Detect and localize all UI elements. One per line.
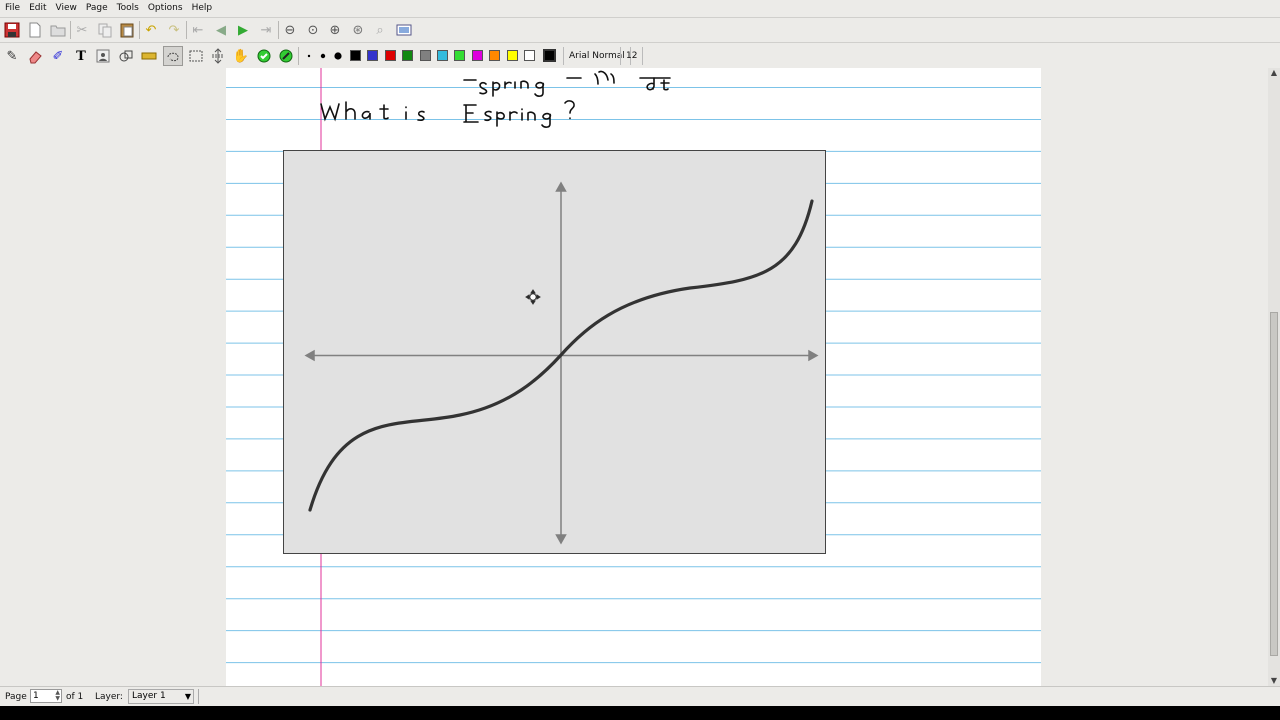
redo-icon[interactable]: ↷ bbox=[165, 21, 183, 39]
color-swatch[interactable] bbox=[385, 50, 396, 61]
main-toolbar: ✂ ↶ ↷ ⇤ ◀ ▶ ⇥ ⊖ ⊙ ⊕ ⊛ ⌕ bbox=[0, 17, 1280, 43]
menu-tools[interactable]: Tools bbox=[112, 1, 143, 13]
notebook-canvas[interactable] bbox=[0, 68, 1268, 686]
current-color-indicator[interactable] bbox=[543, 49, 556, 62]
page-spinner-icon[interactable]: ▲ ▼ bbox=[55, 690, 60, 702]
next-page-icon[interactable]: ▶ bbox=[234, 21, 252, 39]
save-icon[interactable] bbox=[3, 21, 21, 39]
color-swatch[interactable] bbox=[402, 50, 413, 61]
fullscreen-icon[interactable] bbox=[395, 21, 413, 39]
copy-icon[interactable] bbox=[96, 21, 114, 39]
text-tool-icon[interactable]: T bbox=[72, 47, 90, 65]
undo-icon[interactable]: ↶ bbox=[142, 21, 160, 39]
zoom-icon[interactable]: ⌕ bbox=[371, 21, 389, 39]
menu-view[interactable]: View bbox=[51, 1, 81, 13]
zoom-in-icon[interactable]: ⊕ bbox=[326, 21, 344, 39]
shape-recognizer-icon[interactable] bbox=[117, 47, 135, 65]
vertical-scrollbar[interactable]: ▲ ▼ bbox=[1268, 68, 1280, 686]
canvas-area[interactable] bbox=[0, 68, 1268, 686]
color-swatch[interactable] bbox=[489, 50, 500, 61]
eraser-icon[interactable] bbox=[26, 47, 44, 65]
menu-options[interactable]: Options bbox=[143, 1, 187, 13]
hand-tool-icon[interactable]: ✋ bbox=[232, 47, 250, 65]
select-rectangle-icon[interactable] bbox=[187, 47, 205, 65]
color-swatch[interactable] bbox=[420, 50, 431, 61]
ruler-icon[interactable] bbox=[140, 47, 158, 65]
status-bar: Page 1 ▲ ▼ of 1 Layer: Layer 1 ▼ bbox=[0, 686, 1280, 707]
color-swatch[interactable] bbox=[437, 50, 448, 61]
chevron-down-icon: ▼ bbox=[184, 692, 191, 701]
menu-edit[interactable]: Edit bbox=[24, 1, 50, 13]
page-number-input[interactable]: 1 ▲ ▼ bbox=[30, 689, 62, 703]
color-swatch[interactable] bbox=[524, 50, 535, 61]
new-page-icon[interactable] bbox=[26, 21, 44, 39]
select-region-icon[interactable] bbox=[163, 46, 183, 66]
zoom-normal-icon[interactable]: ⊙ bbox=[304, 21, 322, 39]
paste-icon[interactable] bbox=[118, 21, 136, 39]
scrollbar-thumb[interactable] bbox=[1270, 312, 1278, 656]
color-swatch[interactable] bbox=[350, 50, 361, 61]
color-swatch[interactable] bbox=[367, 50, 378, 61]
menu-bar: File Edit View Page Tools Options Help bbox=[0, 0, 1280, 17]
menu-file[interactable]: File bbox=[0, 1, 24, 13]
status-message-area bbox=[198, 689, 1277, 704]
open-icon[interactable] bbox=[49, 21, 67, 39]
page-count-label: of 1 bbox=[66, 692, 84, 702]
first-page-icon[interactable]: ⇤ bbox=[189, 21, 207, 39]
thickness-thick-icon[interactable] bbox=[329, 47, 347, 65]
default-pen-icon[interactable] bbox=[277, 47, 295, 65]
highlighter-icon[interactable]: ✐ bbox=[49, 47, 67, 65]
graph-image bbox=[283, 150, 826, 554]
vertical-space-icon[interactable] bbox=[209, 47, 227, 65]
scroll-up-icon[interactable]: ▲ bbox=[1268, 68, 1280, 78]
last-page-icon[interactable]: ⇥ bbox=[257, 21, 275, 39]
layer-select[interactable]: Layer 1 ▼ bbox=[128, 689, 194, 704]
color-swatch[interactable] bbox=[507, 50, 518, 61]
layer-label: Layer: bbox=[95, 692, 123, 702]
font-size-button[interactable]: 12 bbox=[620, 47, 644, 65]
color-swatch[interactable] bbox=[454, 50, 465, 61]
page-number-value: 1 bbox=[33, 691, 39, 701]
zoom-out-icon[interactable]: ⊖ bbox=[281, 21, 299, 39]
image-tool-icon[interactable] bbox=[94, 47, 112, 65]
scroll-down-icon[interactable]: ▼ bbox=[1268, 676, 1280, 686]
bottom-edge bbox=[0, 706, 1280, 720]
zoom-fit-icon[interactable]: ⊛ bbox=[349, 21, 367, 39]
previous-page-icon[interactable]: ◀ bbox=[212, 21, 230, 39]
menu-page[interactable]: Page bbox=[81, 1, 112, 13]
default-tool-icon[interactable] bbox=[255, 47, 273, 65]
pen-icon[interactable]: ✎ bbox=[3, 47, 21, 65]
menu-help[interactable]: Help bbox=[187, 1, 217, 13]
cut-icon[interactable]: ✂ bbox=[73, 21, 91, 39]
color-swatch[interactable] bbox=[472, 50, 483, 61]
page-label: Page bbox=[5, 692, 27, 702]
tools-toolbar: ✎ ✐ T ✋ Arial Normal 12 bbox=[0, 42, 1280, 69]
layer-select-value: Layer 1 bbox=[132, 691, 166, 701]
